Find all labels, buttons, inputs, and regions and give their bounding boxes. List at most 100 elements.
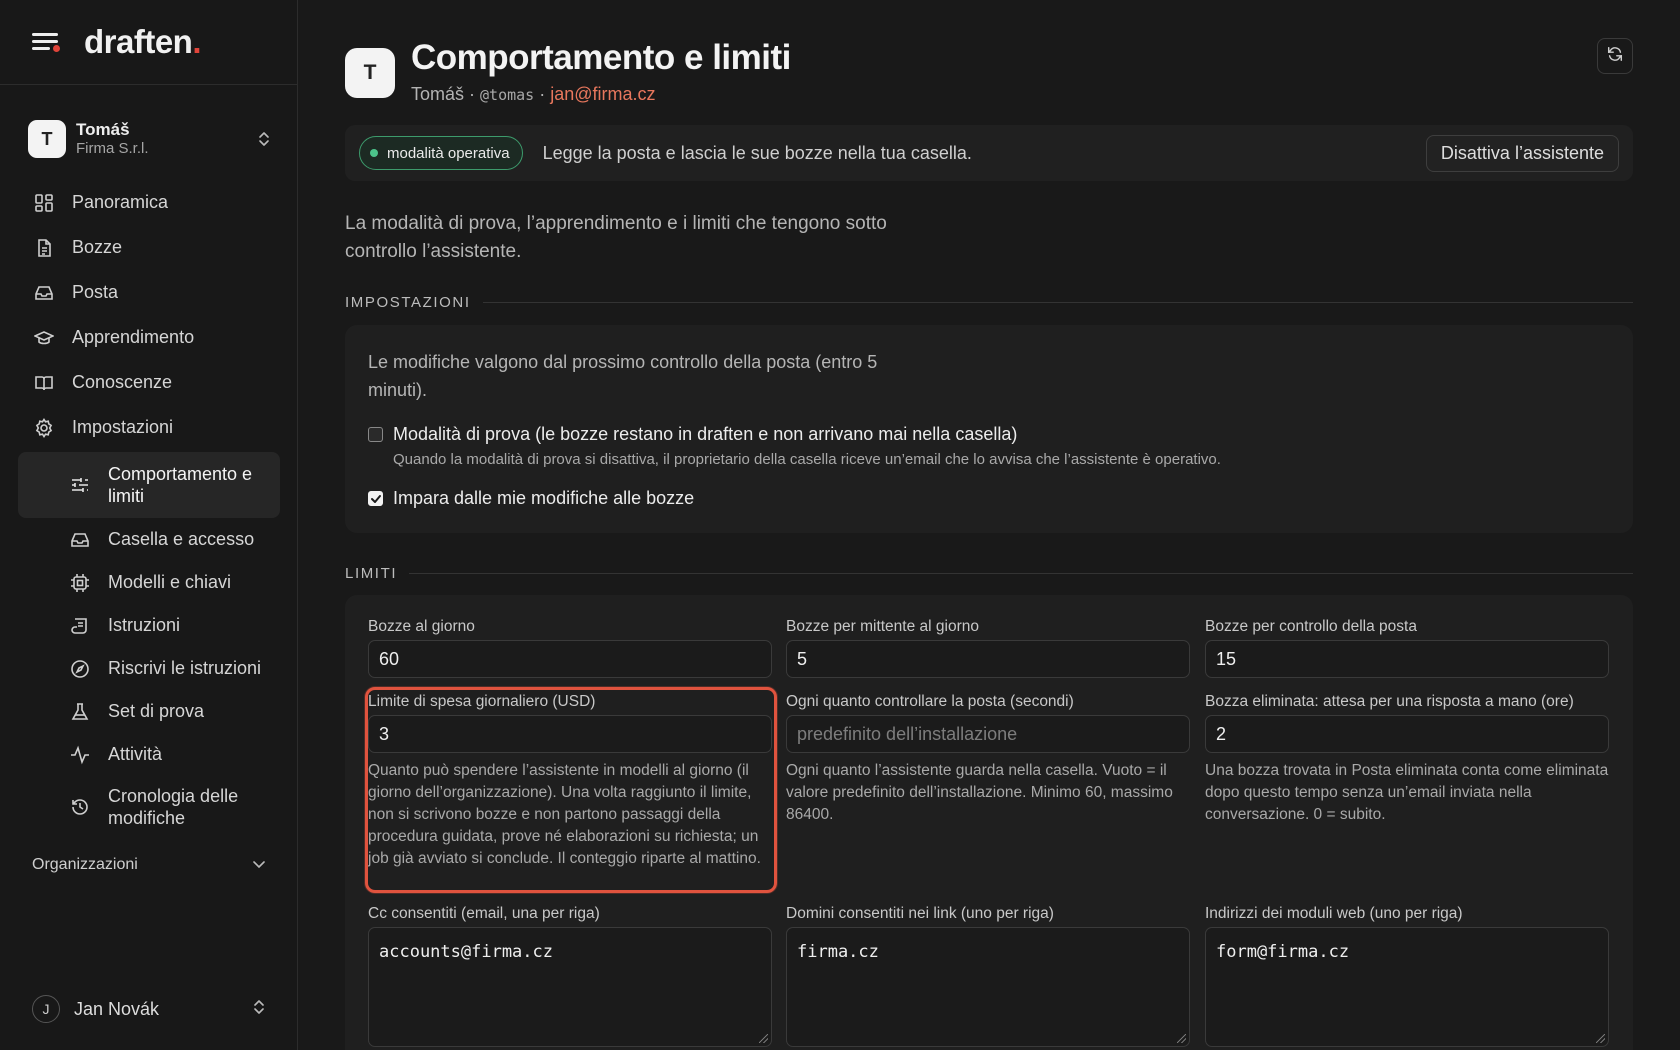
chevrons-up-down-icon: [256, 129, 272, 149]
resize-handle-icon[interactable]: [759, 1034, 768, 1043]
book-icon: [34, 373, 54, 393]
subnav-label: Istruzioni: [108, 615, 181, 635]
subnav-item-set-di-prova[interactable]: Set di prova: [18, 690, 280, 733]
owner-email-link[interactable]: jan@firma.cz: [550, 84, 655, 104]
subnav-label: Cronologia delle modifiche: [108, 785, 239, 829]
spend-limit-help: Quanto può spendere l’assistente in mode…: [368, 762, 761, 867]
resize-handle-icon[interactable]: [1177, 1034, 1186, 1043]
account-org: Firma S.r.l.: [76, 140, 149, 158]
disable-assistant-button[interactable]: Disattiva l’assistente: [1425, 134, 1619, 172]
document-icon: [34, 238, 54, 258]
form-addresses-field: Indirizzi dei moduli web (uno per riga) …: [1205, 905, 1609, 1047]
spend-limit-input[interactable]: 3: [368, 715, 772, 753]
page-avatar: T: [345, 48, 395, 98]
activity-icon: [70, 745, 90, 765]
subnav-item-casella[interactable]: Casella e accesso: [18, 518, 280, 561]
sliders-icon: [70, 475, 90, 495]
nav-label: Posta: [72, 282, 119, 302]
poll-interval-help: Ogni quanto l’assistente guarda nella ca…: [786, 762, 1173, 823]
sidebar: draften. T Tomáš Firma S.r.l. Panoramica…: [0, 0, 298, 1050]
menu-icon[interactable]: [32, 31, 60, 53]
form-addresses-textarea[interactable]: form@firma.cz: [1205, 927, 1609, 1047]
main-nav: Panoramica Bozze Posta Apprendimento Con…: [18, 180, 280, 838]
subnav-item-cronologia[interactable]: Cronologia delle modifiche: [18, 776, 280, 838]
deleted-wait-input[interactable]: 2: [1205, 715, 1609, 753]
deleted-wait-field: Bozza eliminata: attesa per una risposta…: [1205, 693, 1609, 826]
spend-limit-field: Limite di spesa giornaliero (USD) 3 Quan…: [368, 693, 772, 870]
inbox-icon: [34, 283, 54, 303]
subnav-item-comportamento[interactable]: Comportamento e limiti: [18, 452, 280, 518]
settings-subnav: Comportamento e limiti Casella e accesso…: [18, 452, 280, 838]
drafts-per-sender-field: Bozze per mittente al giorno 5: [786, 618, 1190, 678]
learn-label[interactable]: Impara dalle mie modifiche alle bozze: [393, 488, 694, 509]
nav-item-bozze[interactable]: Bozze: [18, 225, 280, 270]
subnav-item-attivita[interactable]: Attività: [18, 733, 280, 776]
limits-heading: LIMITI: [345, 565, 1633, 582]
subnav-label: Casella e accesso: [108, 529, 255, 549]
chip-icon: [70, 573, 90, 593]
resize-handle-icon[interactable]: [1596, 1034, 1605, 1043]
page-intro: La modalità di prova, l’apprendimento e …: [345, 213, 887, 262]
trial-mode-row: Modalità di prova (le bozze restano in d…: [368, 424, 1221, 468]
page-title: Comportamento e limiti: [411, 38, 791, 77]
chevron-down-icon: [252, 856, 266, 874]
nav-item-panoramica[interactable]: Panoramica: [18, 180, 280, 225]
drafts-per-sender-input[interactable]: 5: [786, 640, 1190, 678]
user-name: Jan Novák: [74, 998, 160, 1019]
refresh-button[interactable]: [1597, 38, 1633, 74]
drafts-per-check-input[interactable]: 15: [1205, 640, 1609, 678]
link-domains-textarea[interactable]: firma.cz: [786, 927, 1190, 1047]
inbox-icon: [70, 530, 90, 550]
subnav-item-istruzioni[interactable]: Istruzioni: [18, 604, 280, 647]
nav-item-posta[interactable]: Posta: [18, 270, 280, 315]
compass-icon: [70, 659, 90, 679]
history-icon: [70, 797, 90, 817]
status-text: Legge la posta e lascia le sue bozze nel…: [542, 142, 972, 163]
nav-label: Apprendimento: [72, 327, 195, 347]
owner-handle: @tomas: [480, 86, 535, 104]
account-avatar: T: [28, 120, 66, 158]
trial-mode-help: Quando la modalità di prova si disattiva…: [393, 451, 1221, 468]
deleted-wait-help: Una bozza trovata in Posta eliminata con…: [1205, 762, 1609, 823]
user-menu[interactable]: J Jan Novák: [32, 994, 266, 1024]
dashboard-icon: [34, 193, 54, 213]
trial-mode-label[interactable]: Modalità di prova (le bozze restano in d…: [393, 424, 1221, 445]
learn-row: Impara dalle mie modifiche alle bozze: [368, 488, 694, 509]
graduation-cap-icon: [34, 328, 54, 348]
nav-item-impostazioni[interactable]: Impostazioni: [18, 405, 280, 450]
user-avatar: J: [32, 995, 60, 1023]
subnav-label: Comportamento e limiti: [108, 463, 253, 507]
owner-name: Tomáš: [411, 84, 465, 104]
organizations-label: Organizzazioni: [32, 856, 138, 873]
subnav-label: Set di prova: [108, 701, 205, 721]
nav-item-conoscenze[interactable]: Conoscenze: [18, 360, 280, 405]
subnav-label: Riscrivi le istruzioni: [108, 658, 262, 678]
field-label: Bozze per controllo della posta: [1205, 618, 1417, 635]
subnav-item-modelli[interactable]: Modelli e chiavi: [18, 561, 280, 604]
page-subtitle: Tomáš · @tomas · jan@firma.cz: [411, 84, 656, 104]
subnav-item-riscrivi[interactable]: Riscrivi le istruzioni: [18, 647, 280, 690]
field-label: Cc consentiti (email, una per riga): [368, 905, 600, 922]
brand-logo[interactable]: draften.: [84, 23, 201, 61]
drafts-per-day-input[interactable]: 60: [368, 640, 772, 678]
limits-card: Bozze al giorno 60 Bozze per mittente al…: [345, 595, 1633, 1050]
field-label: Bozze al giorno: [368, 618, 475, 635]
subnav-label: Attività: [108, 744, 163, 764]
settings-note: Le modifiche valgono dal prossimo contro…: [368, 352, 878, 400]
main-content: T Comportamento e limiti Tomáš · @tomas …: [298, 0, 1680, 1050]
status-dot-icon: [370, 149, 378, 157]
trial-mode-checkbox[interactable]: [368, 427, 383, 442]
nav-label: Panoramica: [72, 192, 169, 212]
field-label: Bozza eliminata: attesa per una risposta…: [1205, 693, 1574, 710]
account-name: Tomáš: [76, 120, 130, 139]
account-switcher[interactable]: T Tomáš Firma S.r.l.: [28, 116, 272, 162]
nav-label: Bozze: [72, 237, 123, 257]
field-label: Limite di spesa giornaliero (USD): [368, 693, 596, 710]
cc-allowed-textarea[interactable]: accounts@firma.cz: [368, 927, 772, 1047]
drafts-per-check-field: Bozze per controllo della posta 15: [1205, 618, 1609, 678]
nav-item-apprendimento[interactable]: Apprendimento: [18, 315, 280, 360]
poll-interval-input[interactable]: predefinito dell’installazione: [786, 715, 1190, 753]
learn-checkbox[interactable]: [368, 491, 383, 506]
organizations-toggle[interactable]: Organizzazioni: [32, 856, 266, 874]
subnav-label: Modelli e chiavi: [108, 572, 232, 592]
